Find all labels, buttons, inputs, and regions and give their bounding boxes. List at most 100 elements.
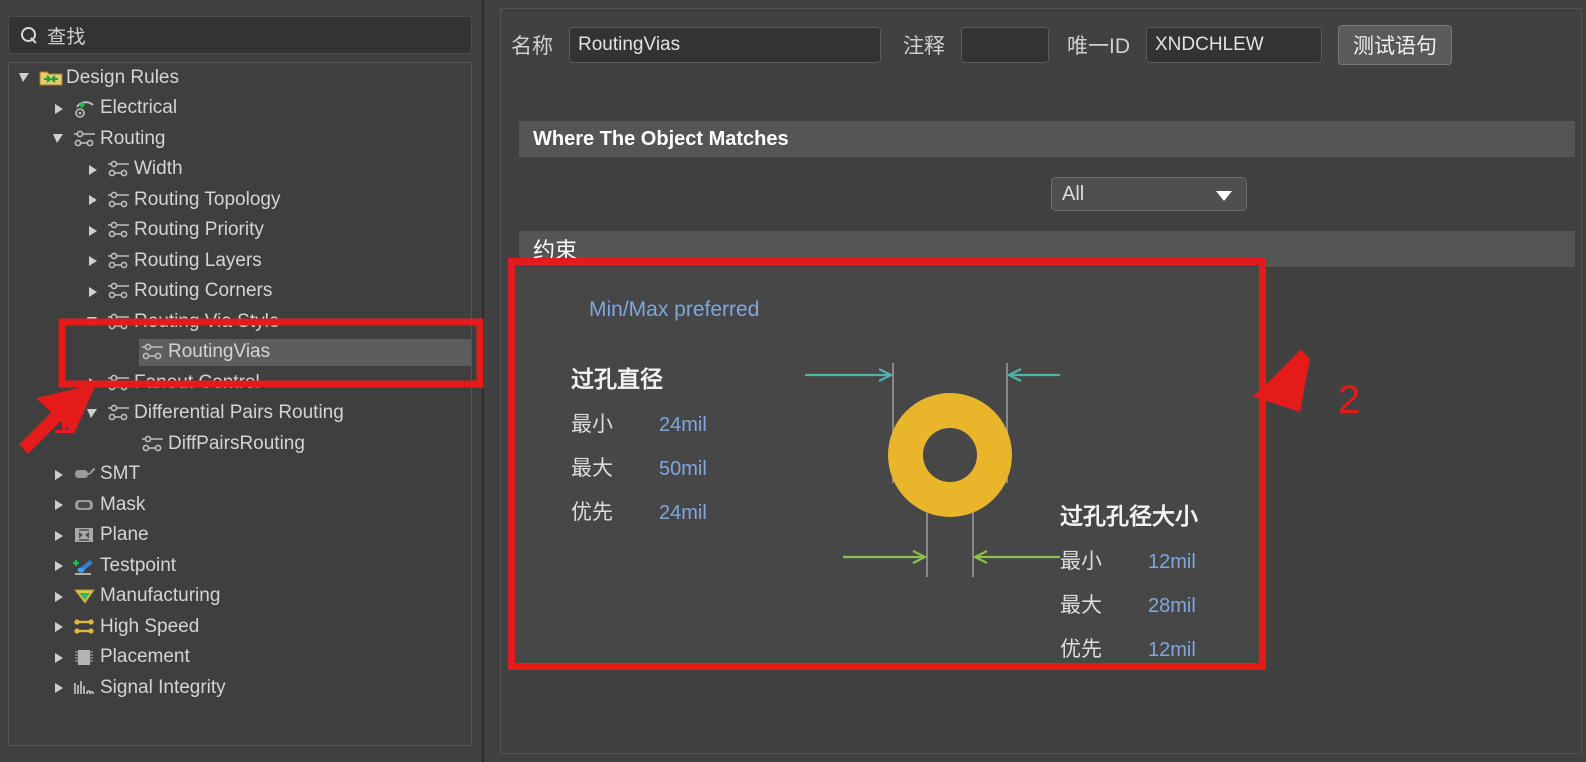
tree-item-routingvias[interactable]: RoutingVias — [9, 338, 471, 369]
search-input[interactable]: 查找 — [8, 16, 472, 54]
tree-item-routing-via-style[interactable]: Routing Via Style — [9, 307, 471, 338]
name-field[interactable]: RoutingVias — [569, 27, 881, 63]
expand-toggle-icon[interactable] — [85, 375, 101, 391]
expand-toggle-icon[interactable] — [51, 680, 67, 696]
collapse-toggle-icon[interactable] — [85, 314, 101, 330]
tree-item-diffpairsrouting[interactable]: DiffPairsRouting — [9, 429, 471, 460]
tree-item-routing-layers[interactable]: Routing Layers — [9, 246, 471, 277]
tree-item-fanout-control[interactable]: Fanout Control — [9, 368, 471, 399]
annotation-number-2: 2 — [1338, 378, 1361, 422]
tree-item-hit[interactable]: Signal Integrity — [71, 675, 232, 702]
tree-item-hit[interactable]: Mask — [71, 492, 151, 519]
uid-label: 唯一ID — [1067, 35, 1130, 58]
tree-item-label: Placement — [100, 646, 190, 668]
tree-item-hit[interactable]: Routing Layers — [105, 248, 268, 275]
collapse-toggle-icon[interactable] — [17, 70, 33, 86]
tree-item-hit[interactable]: DiffPairsRouting — [139, 431, 311, 458]
tree-item-hit[interactable]: RoutingVias — [139, 339, 471, 367]
expand-toggle-icon[interactable] — [85, 192, 101, 208]
tree-item-routing-topology[interactable]: Routing Topology — [9, 185, 471, 216]
tree-item-hit[interactable]: High Speed — [71, 614, 205, 641]
tree-item-label: Plane — [100, 524, 149, 546]
testpoint-icon — [73, 556, 97, 576]
tree-item-label: Routing Via Style — [134, 310, 280, 332]
tree-item-hit[interactable]: Routing Priority — [105, 217, 270, 244]
routing-icon — [73, 129, 97, 149]
tree-item-high-speed[interactable]: High Speed — [9, 612, 471, 643]
tree-item-label: Mask — [100, 493, 146, 515]
tree-item-hit[interactable]: Electrical — [71, 95, 183, 122]
manufacturing-icon — [73, 586, 97, 606]
tree-item-hit[interactable]: Routing Topology — [105, 187, 286, 214]
tree-item-label: Manufacturing — [100, 585, 221, 607]
collapse-toggle-icon[interactable] — [85, 406, 101, 422]
tree-item-design-rules[interactable]: Design Rules — [9, 63, 471, 94]
highspeed-icon — [73, 617, 97, 637]
routing-icon — [107, 281, 131, 301]
test-statement-button[interactable]: 测试语句 — [1338, 25, 1452, 65]
expand-toggle-icon[interactable] — [51, 589, 67, 605]
comment-label: 注释 — [903, 35, 945, 58]
expand-toggle-icon[interactable] — [51, 497, 67, 513]
uid-field[interactable]: XNDCHLEW — [1146, 27, 1322, 63]
scope-dropdown[interactable]: All — [1051, 177, 1247, 211]
tree-item-label: Differential Pairs Routing — [134, 402, 344, 424]
tree-item-routing[interactable]: Routing — [9, 124, 471, 155]
tree-item-hit[interactable]: Design Rules — [37, 65, 185, 92]
expand-toggle-icon[interactable] — [51, 467, 67, 483]
annotation-box-constraints — [508, 258, 1266, 670]
where-object-matches-header: Where The Object Matches — [519, 121, 1575, 157]
expand-toggle-icon[interactable] — [51, 528, 67, 544]
tree-item-testpoint[interactable]: Testpoint — [9, 551, 471, 582]
tree-item-label: Fanout Control — [134, 371, 260, 393]
routing-icon — [107, 159, 131, 179]
tree-item-label: Routing Layers — [134, 249, 262, 271]
rules-tree-panel: 查找 Design Rules Electrical Routing Width Rou… — [0, 0, 484, 762]
tree-item-hit[interactable]: Placement — [71, 644, 196, 671]
tree-item-width[interactable]: Width — [9, 155, 471, 186]
tree-item-routing-priority[interactable]: Routing Priority — [9, 216, 471, 247]
tree-item-smt[interactable]: SMT — [9, 460, 471, 491]
tree-item-hit[interactable]: Manufacturing — [71, 583, 226, 610]
tree-item-hit[interactable]: Width — [105, 156, 189, 183]
tree-item-routing-corners[interactable]: Routing Corners — [9, 277, 471, 308]
tree-item-hit[interactable]: Routing Via Style — [105, 309, 285, 336]
routing-icon — [107, 190, 131, 210]
tree-item-hit[interactable]: Routing Corners — [105, 278, 278, 305]
folder-rules-icon — [39, 68, 63, 88]
tree-item-label: Testpoint — [100, 554, 177, 576]
tree-item-hit[interactable]: Differential Pairs Routing — [105, 400, 350, 427]
expand-toggle-icon[interactable] — [85, 223, 101, 239]
tree-item-mask[interactable]: Mask — [9, 490, 471, 521]
expand-toggle-icon[interactable] — [51, 101, 67, 117]
tree-item-label: Routing Corners — [134, 280, 273, 302]
expand-toggle-icon[interactable] — [51, 650, 67, 666]
app-window: 查找 Design Rules Electrical Routing Width Rou… — [0, 0, 1586, 762]
routing-icon — [107, 373, 131, 393]
tree-item-hit[interactable]: Routing — [71, 126, 172, 153]
collapse-toggle-icon[interactable] — [51, 131, 67, 147]
tree-item-hit[interactable]: Fanout Control — [105, 370, 266, 397]
tree-item-label: Routing — [100, 127, 166, 149]
tree-item-manufacturing[interactable]: Manufacturing — [9, 582, 471, 613]
tree-item-differential-pairs-routing[interactable]: Differential Pairs Routing — [9, 399, 471, 430]
tree-item-hit[interactable]: Plane — [71, 522, 155, 549]
design-rules-tree[interactable]: Design Rules Electrical Routing Width Routin… — [8, 62, 472, 746]
tree-item-placement[interactable]: Placement — [9, 643, 471, 674]
placement-icon — [73, 647, 97, 667]
expand-toggle-icon[interactable] — [51, 558, 67, 574]
expand-toggle-icon[interactable] — [51, 619, 67, 635]
comment-field[interactable] — [961, 27, 1049, 63]
tree-item-plane[interactable]: Plane — [9, 521, 471, 552]
tree-item-hit[interactable]: SMT — [71, 461, 146, 488]
expand-toggle-icon[interactable] — [85, 162, 101, 178]
expand-toggle-icon[interactable] — [85, 253, 101, 269]
electrical-icon — [73, 98, 97, 119]
tree-item-electrical[interactable]: Electrical — [9, 94, 471, 125]
tree-item-signal-integrity[interactable]: Signal Integrity — [9, 673, 471, 704]
tree-item-hit[interactable]: Testpoint — [71, 553, 182, 580]
expand-toggle-icon[interactable] — [85, 284, 101, 300]
rule-header-form: 名称 RoutingVias 注释 唯一ID XNDCHLEW 测试语句 — [511, 22, 1452, 68]
